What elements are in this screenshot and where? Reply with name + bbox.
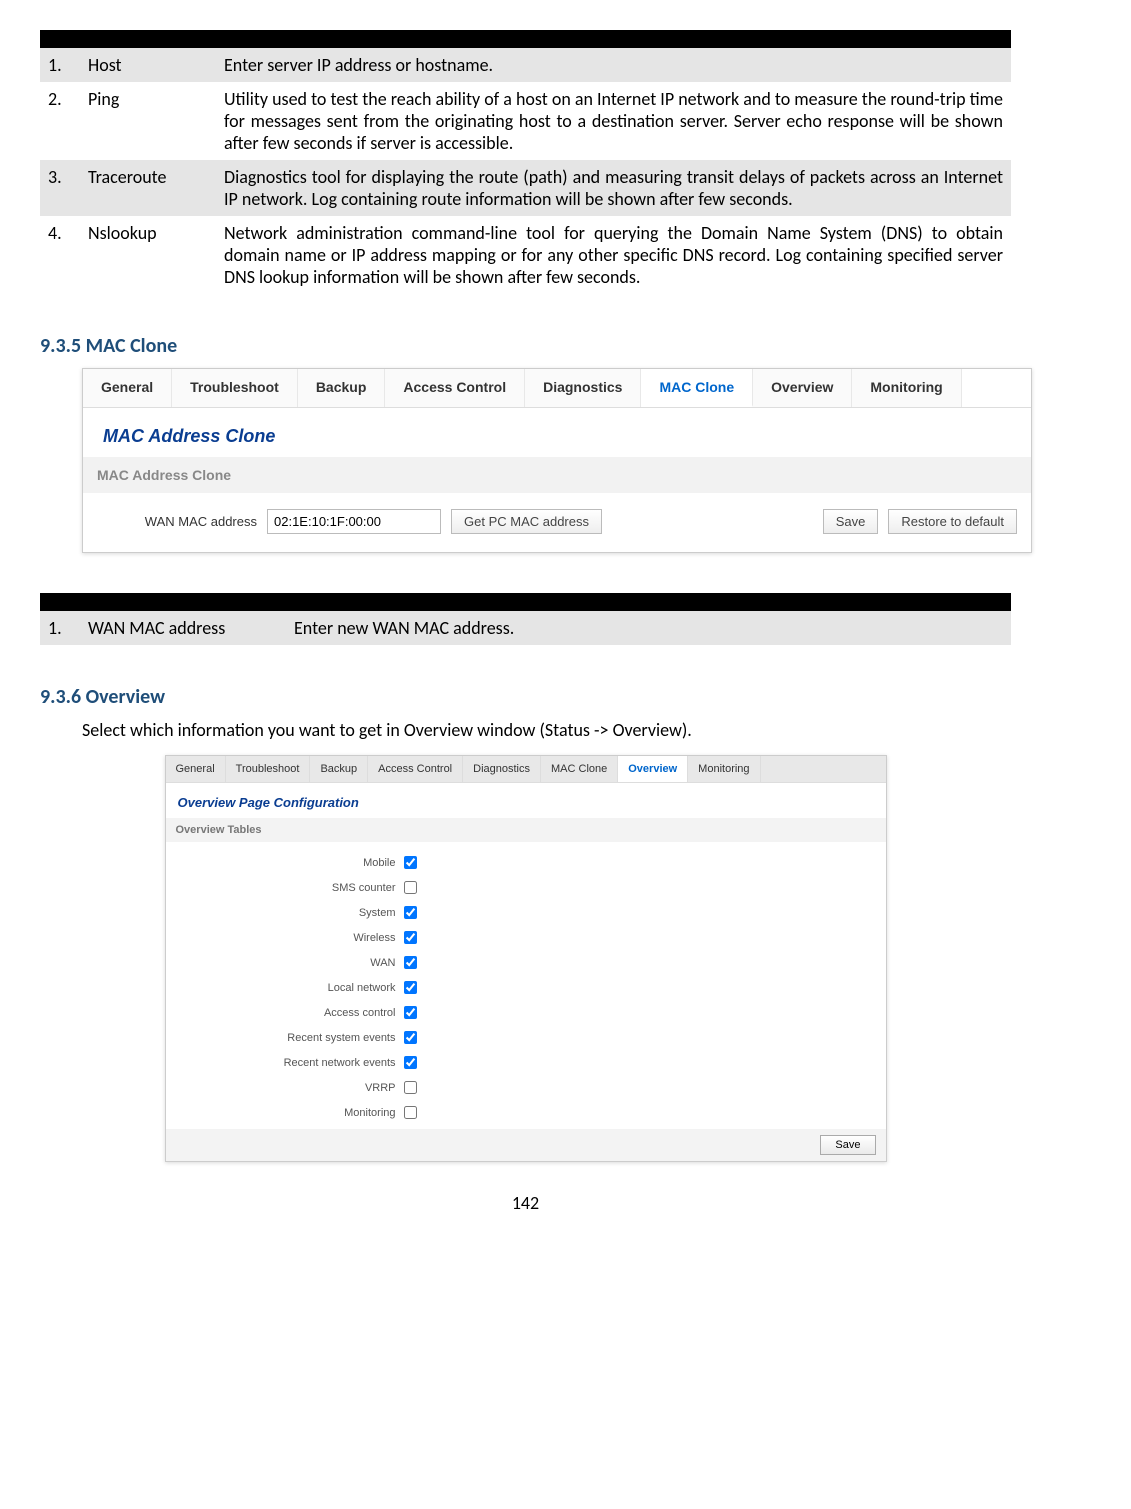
mac-section-label: MAC Address Clone	[83, 457, 1031, 493]
section-title: MAC Clone	[86, 334, 178, 358]
option-label: Recent system events	[166, 1032, 404, 1044]
option-label: System	[166, 907, 404, 919]
tab-troubleshoot[interactable]: Troubleshoot	[226, 756, 311, 782]
section-936-text: Select which information you want to get…	[82, 719, 1011, 741]
option-checkbox-system[interactable]	[404, 906, 417, 919]
tab-access-control[interactable]: Access Control	[385, 369, 525, 407]
table-row: 3.TracerouteDiagnostics tool for display…	[40, 160, 1011, 216]
overview-option-row: System	[166, 900, 886, 925]
overview-checkbox-list: Mobile SMS counter System Wireless WAN Local …	[166, 842, 886, 1129]
tab-general[interactable]: General	[166, 756, 226, 782]
overview-option-row: Recent network events	[166, 1050, 886, 1075]
wan-mac-label: WAN MAC address	[97, 514, 257, 529]
overview-save-bar: Save	[166, 1129, 886, 1161]
option-checkbox-access-control[interactable]	[404, 1006, 417, 1019]
tab-overview[interactable]: Overview	[618, 756, 688, 782]
tab-diagnostics[interactable]: Diagnostics	[525, 369, 641, 407]
row-desc: Utility used to test the reach ability o…	[216, 82, 1011, 160]
overview-option-row: Access control	[166, 1000, 886, 1025]
option-label: Recent network events	[166, 1057, 404, 1069]
save-button[interactable]: Save	[823, 509, 879, 534]
restore-default-button[interactable]: Restore to default	[888, 509, 1017, 534]
option-checkbox-local-network[interactable]	[404, 981, 417, 994]
option-checkbox-wan[interactable]	[404, 956, 417, 969]
option-checkbox-wireless[interactable]	[404, 931, 417, 944]
row-name: Ping	[80, 82, 216, 160]
mac-tab-bar: GeneralTroubleshootBackupAccess ControlD…	[83, 369, 1031, 408]
get-pc-mac-button[interactable]: Get PC MAC address	[451, 509, 602, 534]
section-num: 9.3.5	[40, 334, 81, 358]
tab-mac-clone[interactable]: MAC Clone	[641, 369, 753, 407]
row-desc: Enter server IP address or hostname.	[216, 48, 1011, 82]
overview-section-label: Overview Tables	[166, 818, 886, 842]
tab-backup[interactable]: Backup	[298, 369, 386, 407]
tab-backup[interactable]: Backup	[310, 756, 368, 782]
overview-option-row: Recent system events	[166, 1025, 886, 1050]
row-desc: Diagnostics tool for displaying the rout…	[216, 160, 1011, 216]
row-name: Host	[80, 48, 216, 82]
mac-clone-figure: GeneralTroubleshootBackupAccess ControlD…	[82, 368, 1032, 553]
option-label: WAN	[166, 957, 404, 969]
overview-option-row: SMS counter	[166, 875, 886, 900]
overview-panel-title: Overview Page Configuration	[166, 783, 886, 818]
table-row: 1.WAN MAC addressEnter new WAN MAC addre…	[40, 611, 1011, 645]
tab-mac-clone[interactable]: MAC Clone	[541, 756, 618, 782]
table-row: 4.NslookupNetwork administration command…	[40, 216, 1011, 294]
mac-form-row: WAN MAC address Get PC MAC address Save …	[83, 493, 1031, 552]
diagnostics-desc-table: 1.HostEnter server IP address or hostnam…	[40, 30, 1011, 294]
option-checkbox-monitoring[interactable]	[404, 1106, 417, 1119]
overview-option-row: Monitoring	[166, 1100, 886, 1125]
mac-desc-table: 1.WAN MAC addressEnter new WAN MAC addre…	[40, 593, 1011, 645]
row-desc: Network administration command-line tool…	[216, 216, 1011, 294]
row-name: Traceroute	[80, 160, 216, 216]
overview-option-row: VRRP	[166, 1075, 886, 1100]
row-num: 1.	[40, 611, 80, 645]
section-936-heading: 9.3.6 Overview	[40, 685, 1011, 709]
section-935-heading: 9.3.5 MAC Clone	[40, 334, 1011, 358]
option-label: Wireless	[166, 932, 404, 944]
page-number: 142	[40, 1192, 1011, 1214]
mac-panel-title: MAC Address Clone	[83, 408, 1031, 457]
row-name: Nslookup	[80, 216, 216, 294]
wan-mac-input[interactable]	[267, 509, 441, 534]
row-name: WAN MAC address	[80, 611, 286, 645]
overview-option-row: Wireless	[166, 925, 886, 950]
section-num: 9.3.6	[40, 685, 81, 709]
row-num: 4.	[40, 216, 80, 294]
option-checkbox-recent-network-events[interactable]	[404, 1056, 417, 1069]
tab-troubleshoot[interactable]: Troubleshoot	[172, 369, 298, 407]
tab-access-control[interactable]: Access Control	[368, 756, 463, 782]
overview-tab-bar: GeneralTroubleshootBackupAccess ControlD…	[166, 756, 886, 783]
section-title: Overview	[86, 685, 165, 709]
option-checkbox-sms-counter[interactable]	[404, 881, 417, 894]
option-label: VRRP	[166, 1082, 404, 1094]
table-row: 2.PingUtility used to test the reach abi…	[40, 82, 1011, 160]
table-row: 1.HostEnter server IP address or hostnam…	[40, 48, 1011, 82]
row-desc: Enter new WAN MAC address.	[286, 611, 1011, 645]
option-checkbox-mobile[interactable]	[404, 856, 417, 869]
option-label: SMS counter	[166, 882, 404, 894]
tab-monitoring[interactable]: Monitoring	[688, 756, 760, 782]
row-num: 3.	[40, 160, 80, 216]
option-checkbox-recent-system-events[interactable]	[404, 1031, 417, 1044]
tab-diagnostics[interactable]: Diagnostics	[463, 756, 541, 782]
tab-general[interactable]: General	[83, 369, 172, 407]
option-label: Access control	[166, 1007, 404, 1019]
option-label: Mobile	[166, 857, 404, 869]
row-num: 2.	[40, 82, 80, 160]
row-num: 1.	[40, 48, 80, 82]
option-checkbox-vrrp[interactable]	[404, 1081, 417, 1094]
option-label: Local network	[166, 982, 404, 994]
overview-option-row: Mobile	[166, 850, 886, 875]
tab-monitoring[interactable]: Monitoring	[852, 369, 961, 407]
tab-overview[interactable]: Overview	[753, 369, 852, 407]
overview-figure: GeneralTroubleshootBackupAccess ControlD…	[165, 755, 887, 1162]
overview-option-row: WAN	[166, 950, 886, 975]
overview-option-row: Local network	[166, 975, 886, 1000]
option-label: Monitoring	[166, 1107, 404, 1119]
overview-save-button[interactable]: Save	[820, 1135, 875, 1155]
